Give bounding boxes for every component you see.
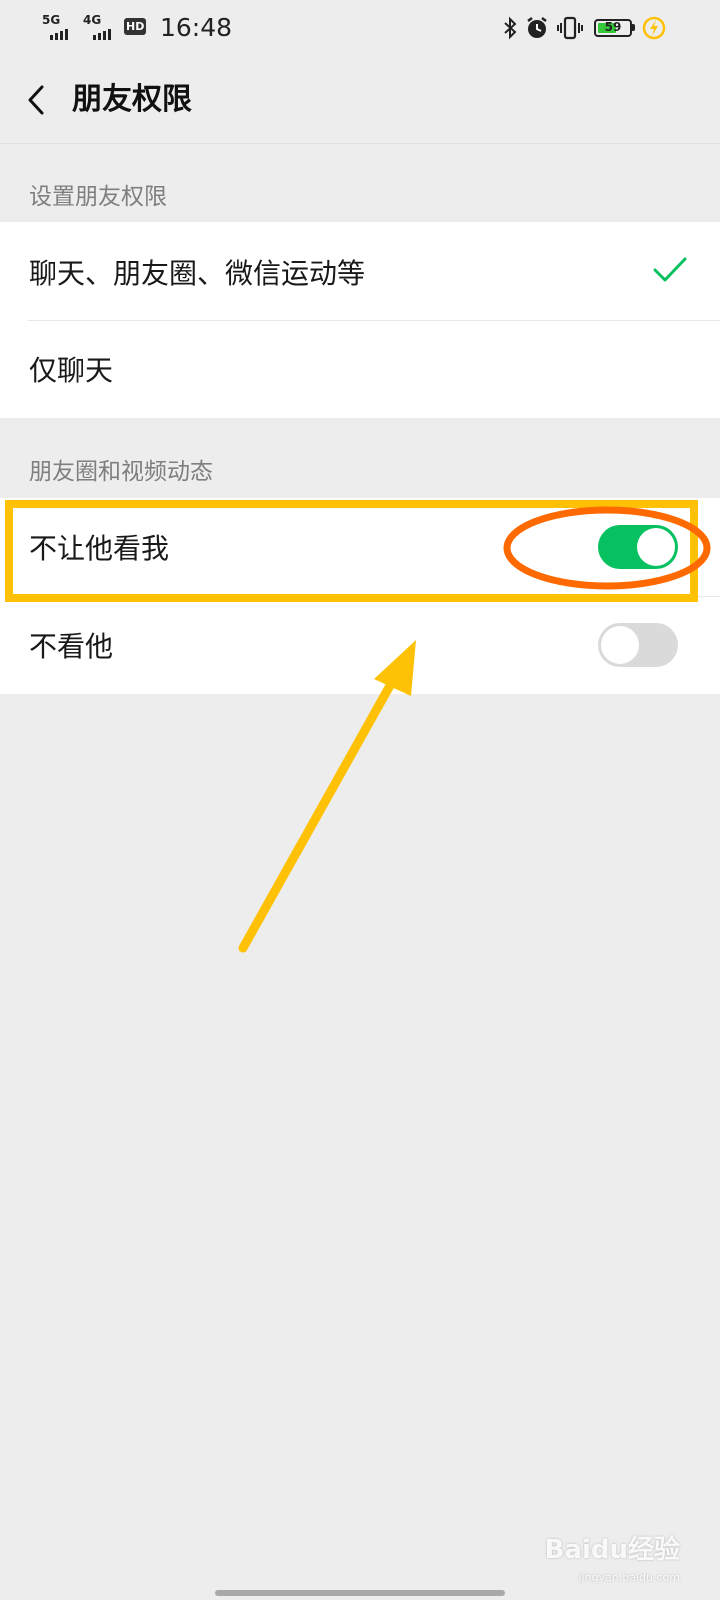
page-title: 朋友权限 bbox=[72, 82, 192, 117]
watermark-url: jingyan.baidu.com bbox=[578, 1571, 680, 1584]
highlight-rectangle bbox=[5, 500, 698, 602]
status-time: 16:48 bbox=[160, 13, 233, 42]
battery-level: 59 bbox=[604, 20, 622, 34]
option-chat-only[interactable]: 仅聊天 bbox=[0, 320, 720, 418]
arrow-shaft bbox=[238, 677, 397, 953]
section-label-permission: 设置朋友权限 bbox=[29, 184, 167, 210]
home-indicator[interactable] bbox=[215, 1590, 505, 1596]
battery-icon: 59 bbox=[594, 19, 632, 37]
toggle-label: 不看他 bbox=[29, 630, 114, 663]
checkmark-icon bbox=[653, 257, 687, 282]
vibrate-icon bbox=[557, 16, 583, 40]
network-5g-label: 5G bbox=[42, 13, 61, 27]
hd-voice-badge: HD bbox=[124, 18, 147, 35]
network-4g-label: 4G bbox=[83, 13, 102, 27]
charging-icon bbox=[642, 16, 666, 40]
option-label: 仅聊天 bbox=[29, 354, 114, 387]
status-bar: 5G 4G HD 16:48 59 bbox=[0, 0, 720, 56]
permission-options-group: 聊天、朋友圈、微信运动等 仅聊天 bbox=[0, 222, 720, 418]
section-label-moments: 朋友圈和视频动态 bbox=[29, 459, 213, 485]
back-arrow-icon[interactable] bbox=[18, 78, 54, 122]
nav-header: 朋友权限 bbox=[0, 56, 720, 144]
option-all-permissions[interactable]: 聊天、朋友圈、微信运动等 bbox=[0, 222, 720, 322]
signal-icon bbox=[50, 26, 68, 40]
alarm-icon bbox=[527, 17, 547, 38]
bluetooth-icon bbox=[504, 16, 517, 40]
signal-icon-2 bbox=[93, 26, 111, 40]
watermark-logo: Baidu经验 bbox=[544, 1535, 680, 1565]
toggle-row-hide-his-moments: 不看他 bbox=[0, 596, 720, 694]
hide-his-moments-switch[interactable] bbox=[598, 623, 678, 667]
battery-cap bbox=[632, 24, 635, 31]
option-label: 聊天、朋友圈、微信运动等 bbox=[29, 257, 366, 290]
